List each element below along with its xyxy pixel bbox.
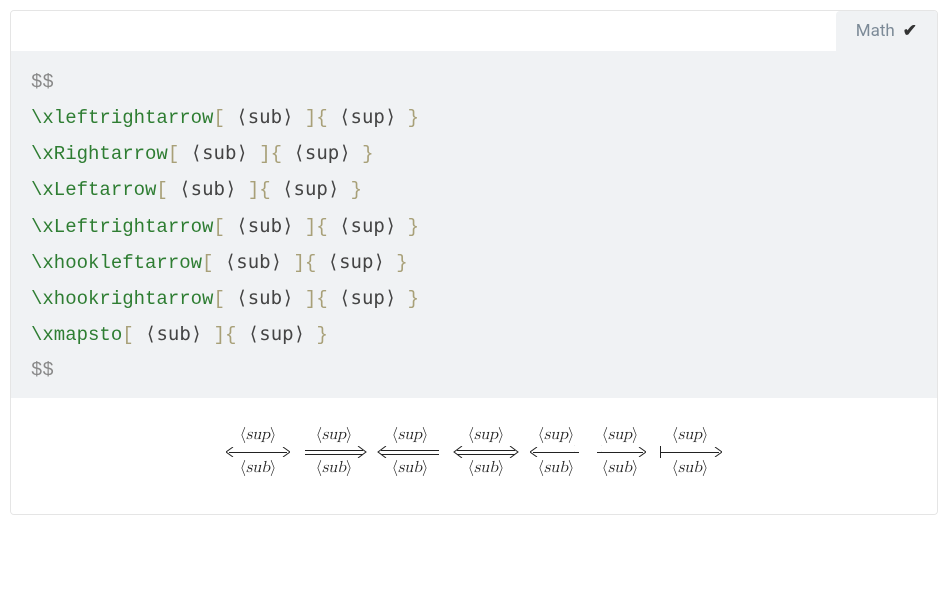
rendered-arrow: ⟨sup⟩ ⟨sub⟩ [229,426,287,478]
placeholder-sup: ⟨sup⟩ [282,178,339,200]
code-line: \xhookleftarrow[ ⟨sub⟩ ]{ ⟨sup⟩ } [31,245,917,281]
rendered-arrow: ⟨sup⟩ ⟨sub⟩ [305,426,363,478]
bracket: [ [213,107,236,129]
bracket: ] [202,324,225,346]
latex-command: \xleftrightarrow [31,107,213,129]
placeholder-sub: ⟨sub⟩ [236,106,293,128]
placeholder-sub: ⟨sub⟩ [236,215,293,237]
bracket: [ [202,252,225,274]
sub-label: ⟨sub⟩ [316,459,353,478]
rendered-arrow: ⟨sup⟩ ⟨sub⟩ [533,426,579,478]
sup-label: ⟨sup⟩ [602,426,639,445]
brace: { [316,107,339,129]
latex-command: \xRightarrow [31,143,168,165]
bracket: [ [168,143,191,165]
code-block: $$ \xleftrightarrow[ ⟨sub⟩ ]{ ⟨sup⟩ }\xR… [11,51,937,398]
sup-label: ⟨sup⟩ [468,426,505,445]
rendered-arrow: ⟨sup⟩ ⟨sub⟩ [597,426,643,478]
sup-label: ⟨sup⟩ [316,426,353,445]
placeholder-sup: ⟨sup⟩ [339,106,396,128]
Rightarrow-icon [305,446,363,458]
brace: } [305,324,328,346]
placeholder-sub: ⟨sub⟩ [191,142,248,164]
bracket: ] [248,143,271,165]
brace: } [396,216,419,238]
bracket: [ [213,216,236,238]
brace: { [259,179,282,201]
code-example-container: Math ✔ $$ \xleftrightarrow[ ⟨sub⟩ ]{ ⟨su… [10,10,938,515]
brace: } [385,252,408,274]
latex-command: \xLeftrightarrow [31,216,213,238]
bracket: ] [236,179,259,201]
tab-label: Math [856,21,895,41]
sub-label: ⟨sub⟩ [672,459,709,478]
bracket: ] [293,107,316,129]
code-line: \xmapsto[ ⟨sub⟩ ]{ ⟨sup⟩ } [31,317,917,353]
brace: { [225,324,248,346]
placeholder-sup: ⟨sup⟩ [293,142,350,164]
sup-label: ⟨sup⟩ [240,426,277,445]
tab-bar: Math ✔ [11,11,937,51]
check-icon: ✔ [903,21,917,41]
math-delim-open: $$ [31,71,54,93]
sub-label: ⟨sub⟩ [392,459,429,478]
sub-label: ⟨sub⟩ [240,459,277,478]
code-line: \xRightarrow[ ⟨sub⟩ ]{ ⟨sup⟩ } [31,136,917,172]
arrows-row: ⟨sup⟩ ⟨sub⟩ ⟨sup⟩ ⟨sub⟩ ⟨sup⟩ ⟨sub⟩ ⟨sup⟩ ⟨sub⟩… [229,426,719,478]
rendered-arrow: ⟨sup⟩ ⟨sub⟩ [381,426,439,478]
latex-command: \xmapsto [31,324,122,346]
bracket: ] [293,216,316,238]
brace: } [351,143,374,165]
brace: { [305,252,328,274]
render-output: ⟨sup⟩ ⟨sub⟩ ⟨sup⟩ ⟨sub⟩ ⟨sup⟩ ⟨sub⟩ ⟨sup⟩ ⟨sub⟩… [11,398,937,514]
mapsto-icon [661,446,719,458]
placeholder-sub: ⟨sub⟩ [179,178,236,200]
hookleftarrow-icon [533,446,579,458]
latex-command: \xLeftarrow [31,179,156,201]
brace: { [271,143,294,165]
hookrightarrow-icon [597,446,643,458]
sub-label: ⟨sub⟩ [468,459,505,478]
code-line: \xLeftrightarrow[ ⟨sub⟩ ]{ ⟨sup⟩ } [31,209,917,245]
Leftarrow-icon [381,446,439,458]
sup-label: ⟨sup⟩ [392,426,429,445]
latex-command: \xhookleftarrow [31,252,202,274]
sub-label: ⟨sub⟩ [538,459,575,478]
latex-command: \xhookrightarrow [31,288,213,310]
bracket: [ [122,324,145,346]
bracket: ] [293,288,316,310]
sup-label: ⟨sup⟩ [538,426,575,445]
rendered-arrow: ⟨sup⟩ ⟨sub⟩ [661,426,719,478]
brace: } [339,179,362,201]
placeholder-sub: ⟨sub⟩ [225,251,282,273]
placeholder-sup: ⟨sup⟩ [339,215,396,237]
rendered-arrow: ⟨sup⟩ ⟨sub⟩ [457,426,515,478]
placeholder-sub: ⟨sub⟩ [145,323,202,345]
math-delim-close: $$ [31,359,54,381]
bracket: [ [156,179,179,201]
bracket: [ [213,288,236,310]
sup-label: ⟨sup⟩ [672,426,709,445]
bracket: ] [282,252,305,274]
code-line: \xLeftarrow[ ⟨sub⟩ ]{ ⟨sup⟩ } [31,172,917,208]
brace: { [316,288,339,310]
Leftrightarrow-icon [457,446,515,458]
placeholder-sub: ⟨sub⟩ [236,287,293,309]
brace: } [396,107,419,129]
code-line: \xhookrightarrow[ ⟨sub⟩ ]{ ⟨sup⟩ } [31,281,917,317]
tab-math[interactable]: Math ✔ [836,11,937,51]
brace: } [396,288,419,310]
placeholder-sup: ⟨sup⟩ [328,251,385,273]
leftrightarrow-icon [229,446,287,458]
brace: { [316,216,339,238]
sub-label: ⟨sub⟩ [602,459,639,478]
placeholder-sup: ⟨sup⟩ [339,287,396,309]
placeholder-sup: ⟨sup⟩ [248,323,305,345]
code-line: \xleftrightarrow[ ⟨sub⟩ ]{ ⟨sup⟩ } [31,100,917,136]
